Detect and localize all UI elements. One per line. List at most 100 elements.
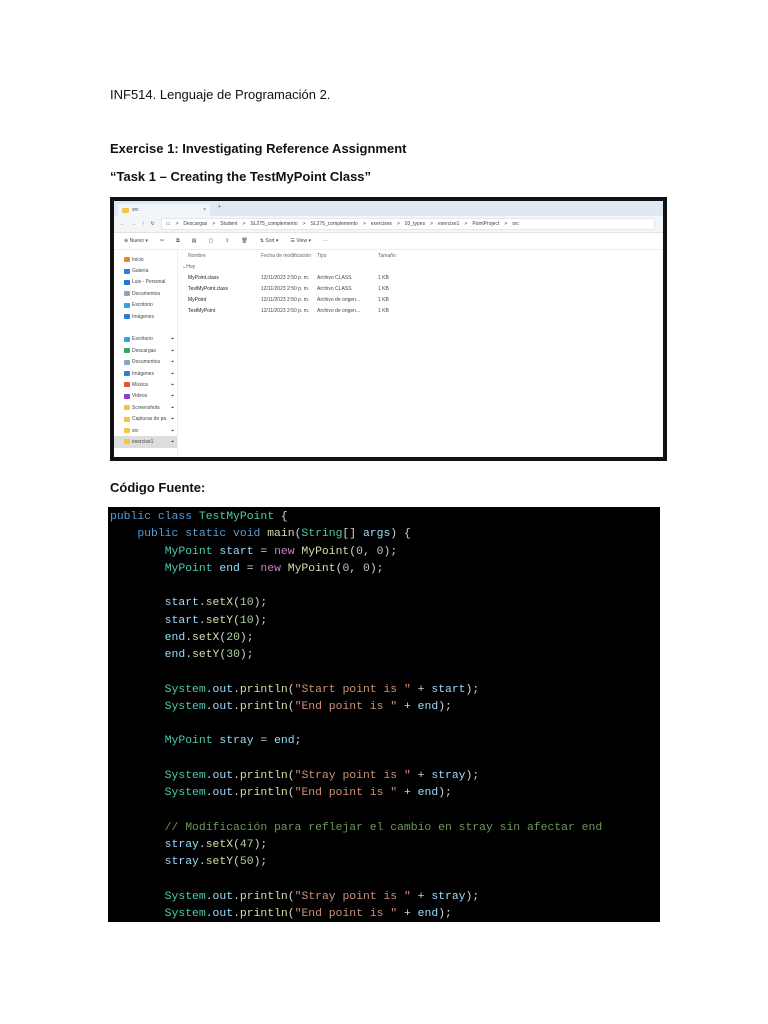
back-icon[interactable]: ←	[120, 221, 125, 227]
breadcrumb-item[interactable]: 03_types	[405, 221, 425, 227]
nav-item[interactable]: Capturas de pa ⌖	[114, 413, 177, 424]
column-type[interactable]: Tipo	[317, 253, 378, 259]
code-token: (	[287, 787, 295, 799]
nav-item[interactable]: Luis - Personal	[114, 277, 177, 288]
nav-item-icon	[124, 416, 130, 422]
more-button[interactable]: ···	[323, 238, 328, 244]
code-token: 30	[226, 649, 240, 661]
nav-item-icon	[124, 291, 130, 297]
group-header[interactable]: ⌄ Hoy	[178, 261, 663, 272]
forward-icon[interactable]: →	[131, 221, 136, 227]
code-token: +	[410, 683, 432, 696]
code-token: .	[205, 787, 213, 799]
nav-item[interactable]: Música ⌖	[114, 379, 177, 390]
nav-item[interactable]: Documentos ⌖	[114, 357, 177, 368]
nav-item[interactable]: src ⌖	[114, 425, 177, 436]
nav-item[interactable]: Escritorio ⌖	[114, 334, 177, 345]
pin-icon: ⌖	[171, 370, 174, 377]
code-token: 0	[362, 562, 370, 575]
share-icon[interactable]: ⇪	[225, 238, 229, 244]
breadcrumb-item[interactable]: Descargas	[183, 221, 207, 227]
nav-divider	[114, 322, 177, 333]
code-line: stray.setY(50);	[110, 854, 660, 871]
breadcrumb-item[interactable]: src	[512, 221, 519, 227]
file-name: TestMyPoint.class	[188, 285, 229, 292]
nav-item-icon	[124, 405, 130, 411]
code-token: (	[233, 614, 240, 627]
code-token: System	[110, 683, 206, 696]
address-bar-row: ← → ↑ ↻ ▭ > Descargas > Student > SL275_complemen…	[114, 216, 663, 233]
nav-item[interactable]: exercise1 ⌖	[114, 436, 177, 448]
code-token: 0	[356, 545, 363, 558]
chevron-right-icon: >	[175, 221, 179, 227]
new-tab-button[interactable]: +	[218, 204, 221, 210]
sort-button[interactable]: ⇅ Sort ▾	[260, 238, 279, 244]
code-token: =	[253, 545, 275, 558]
nav-item[interactable]: Screenshots ⌖	[114, 402, 177, 413]
code-token: .	[233, 683, 240, 696]
breadcrumb-item[interactable]: SL275_complemento	[311, 221, 358, 227]
column-name[interactable]: Nombre	[178, 253, 261, 259]
code-token: end	[417, 787, 439, 799]
file-date: 12/11/2023 2:50 p. m.	[261, 285, 310, 292]
pin-icon: ⌖	[171, 427, 174, 434]
code-token: MyPoint	[164, 562, 213, 575]
exercise-title: Exercise 1: Investigating Reference Assi…	[110, 141, 407, 156]
breadcrumb-item[interactable]: SL275_complemento	[250, 221, 297, 227]
chevron-right-icon: >	[242, 221, 246, 227]
file-row[interactable]: MyPoint.class 12/11/2023 2:50 p. m. Archiv…	[178, 272, 663, 283]
code-token: .	[198, 856, 206, 868]
breadcrumb-item[interactable]: exercises	[371, 221, 392, 227]
file-date: 12/11/2023 2:50 p. m.	[261, 274, 310, 281]
code-token: MyPoint	[287, 562, 336, 575]
nav-item[interactable]: Documentos	[114, 288, 177, 299]
new-button[interactable]: ⊕ Nuevo ▾	[124, 238, 148, 244]
code-token: ,	[362, 545, 377, 558]
code-token: ;	[294, 735, 302, 748]
nav-item-label: Música	[132, 381, 148, 388]
tab-src[interactable]: src ×	[118, 204, 210, 216]
nav-item-label: Galería	[132, 268, 149, 275]
nav-item-icon	[124, 257, 130, 263]
code-token: ,	[349, 562, 363, 575]
file-explorer-screenshot: src × + ← → ↑ ↻ ▭ > Descargas > Student > SL275_co…	[110, 197, 667, 461]
code-token: end	[110, 631, 186, 644]
nav-item[interactable]: Imágenes	[114, 311, 177, 322]
nav-item-label: Escritorio	[132, 336, 153, 343]
close-tab-icon[interactable]: ×	[203, 207, 206, 213]
nav-item-label: Screenshots	[132, 404, 160, 411]
nav-item[interactable]: Descargas ⌖	[114, 345, 177, 356]
code-token: 20	[226, 631, 240, 644]
nav-item-icon	[124, 359, 130, 365]
file-row[interactable]: TestMyPoint.class 12/11/2023 2:50 p. m. Ar…	[178, 283, 663, 294]
refresh-icon[interactable]: ↻	[151, 221, 155, 227]
delete-icon[interactable]: 🗑	[241, 238, 247, 244]
nav-item[interactable]: Imágenes ⌖	[114, 368, 177, 379]
breadcrumb[interactable]: ▭ > Descargas > Student > SL275_complemento > SL…	[160, 218, 655, 230]
nav-item-icon	[124, 439, 130, 445]
breadcrumb-item[interactable]: PointProject	[472, 221, 499, 227]
view-button[interactable]: ☰ View ▾	[290, 238, 311, 244]
column-size[interactable]: Tamaño	[378, 253, 408, 259]
column-date[interactable]: Fecha de modificación	[261, 253, 317, 259]
up-icon[interactable]: ↑	[142, 221, 145, 227]
nav-item[interactable]: Escritorio	[114, 300, 177, 311]
new-label: Nuevo	[129, 238, 145, 244]
file-row[interactable]: TestMyPoint 12/11/2023 2:50 p. m. Archivo …	[178, 305, 663, 316]
nav-item-icon	[124, 302, 130, 308]
copy-icon[interactable]: ⧉	[176, 238, 180, 244]
cut-icon[interactable]: ✂	[160, 238, 164, 244]
nav-item[interactable]: Inicio	[114, 254, 177, 265]
file-size: 1 KB	[378, 274, 389, 281]
code-token: MyPoint	[164, 735, 213, 748]
breadcrumb-item[interactable]: Student	[220, 221, 237, 227]
nav-item[interactable]: Galería	[114, 265, 177, 276]
nav-item[interactable]: Videos ⌖	[114, 391, 177, 402]
file-row[interactable]: MyPoint 12/11/2023 2:50 p. m. Archivo de o…	[178, 294, 663, 305]
code-token: System	[110, 787, 206, 799]
nav-item-label: Imágenes	[132, 370, 154, 377]
breadcrumb-item[interactable]: exercise1	[438, 221, 459, 227]
rename-icon[interactable]: ▢	[208, 238, 213, 244]
paste-icon[interactable]: ▤	[192, 238, 197, 244]
